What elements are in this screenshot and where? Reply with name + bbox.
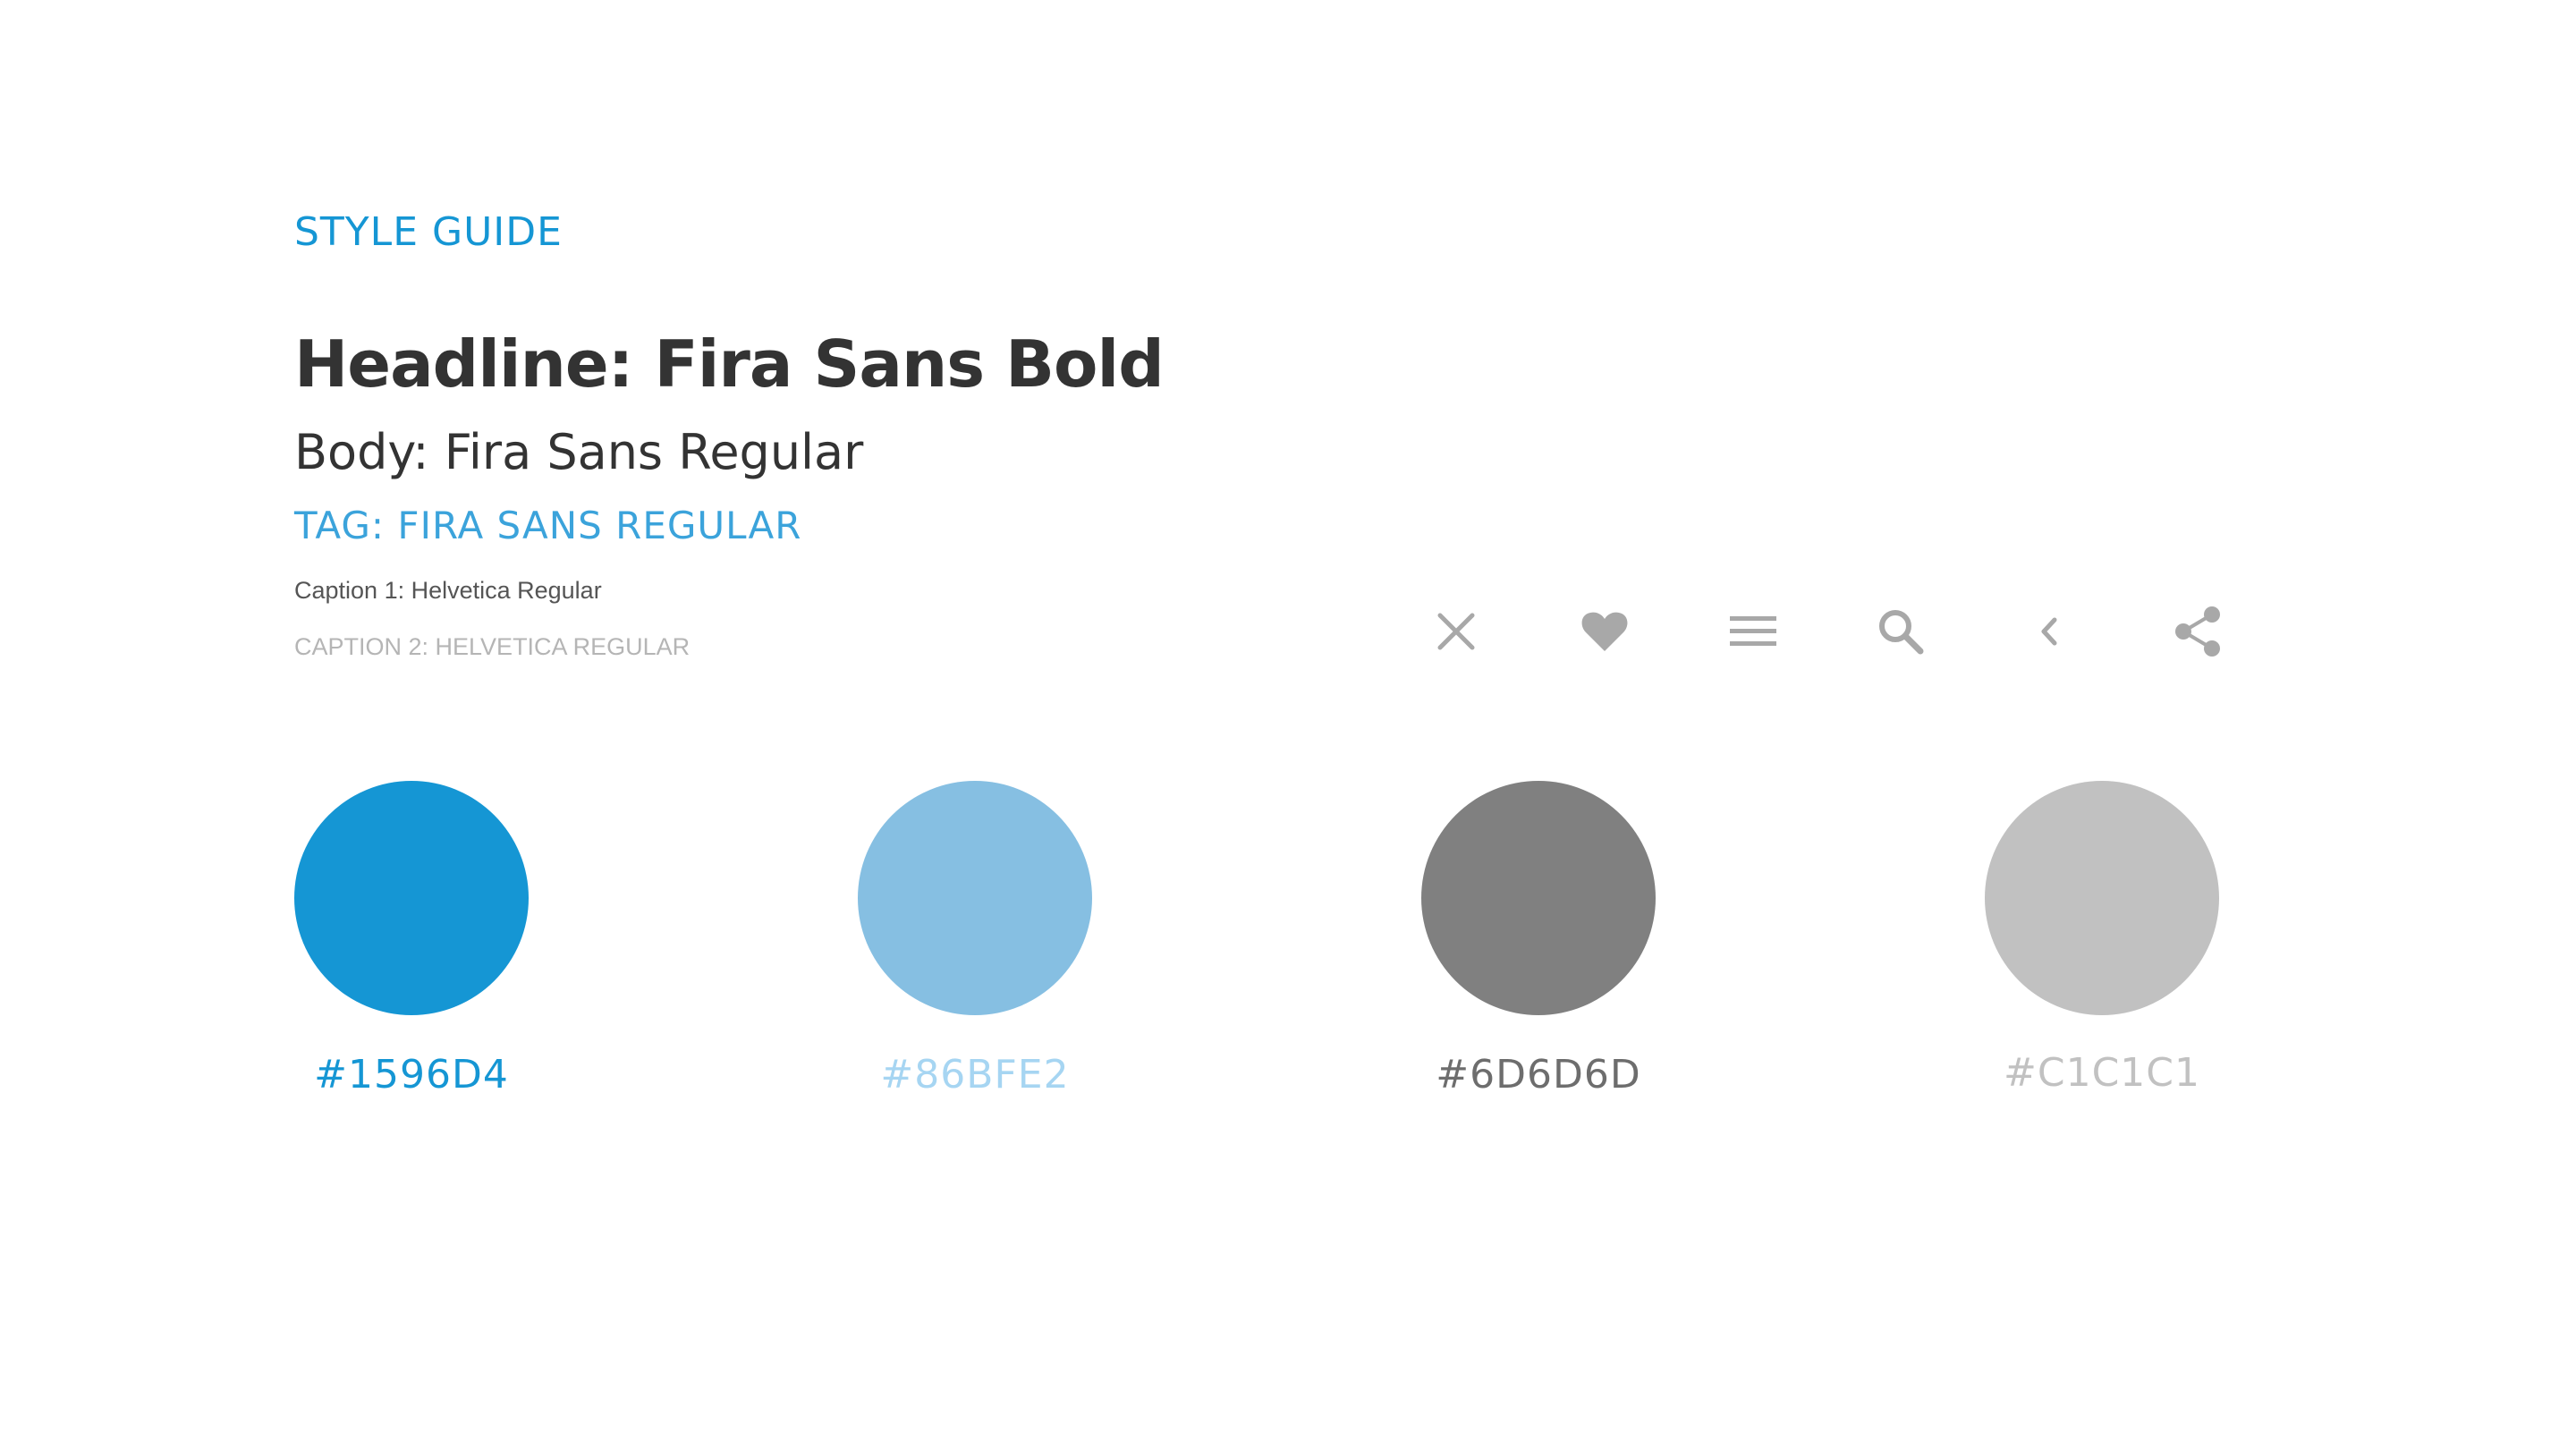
color-swatch-light-blue bbox=[858, 781, 1092, 1015]
close-icon[interactable] bbox=[1420, 596, 1492, 667]
caption2-sample: CAPTION 2: HELVETICA REGULAR bbox=[294, 633, 691, 660]
color-swatch-dark-gray bbox=[1421, 781, 1656, 1015]
menu-icon[interactable] bbox=[1717, 596, 1789, 667]
tag-sample: TAG: FIRA SANS REGULAR bbox=[294, 504, 802, 547]
color-label-dark-gray: #6D6D6D bbox=[1436, 1052, 1641, 1097]
caption1-sample: Caption 1: Helvetica Regular bbox=[294, 577, 602, 604]
color-swatch-light-gray bbox=[1985, 781, 2219, 1015]
headline-sample: Headline: Fira Sans Bold bbox=[294, 326, 1165, 402]
heart-icon[interactable] bbox=[1569, 596, 1640, 667]
chevron-left-icon[interactable] bbox=[2013, 596, 2085, 667]
share-icon[interactable] bbox=[2162, 596, 2233, 667]
color-label-primary: #1596D4 bbox=[314, 1052, 509, 1097]
color-swatch-primary bbox=[294, 781, 529, 1015]
color-label-light-blue: #86BFE2 bbox=[880, 1052, 1070, 1097]
body-sample: Body: Fira Sans Regular bbox=[294, 424, 864, 480]
page-title: STYLE GUIDE bbox=[294, 209, 563, 255]
color-label-light-gray: #C1C1C1 bbox=[2003, 1050, 2201, 1096]
search-icon[interactable] bbox=[1865, 596, 1936, 667]
